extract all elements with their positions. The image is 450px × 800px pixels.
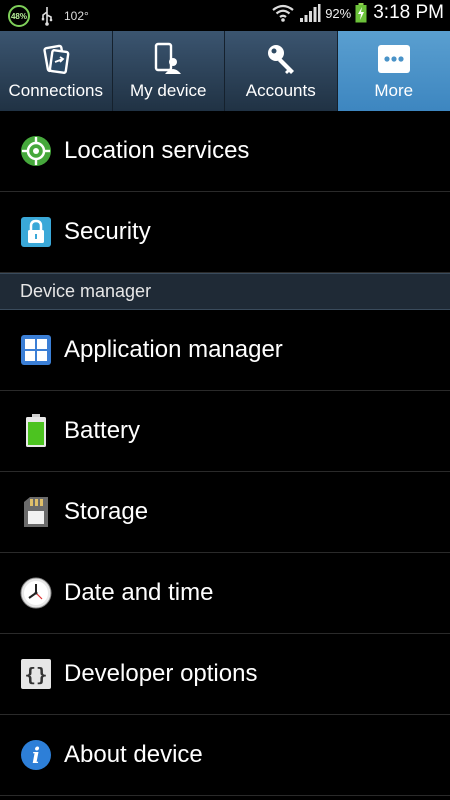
tab-my-device[interactable]: My device	[112, 31, 225, 111]
status-right: 92% 3:18 PM	[271, 2, 444, 24]
braces-icon: {}	[19, 657, 53, 691]
tab-more[interactable]: More	[337, 31, 450, 111]
battery-charging-icon	[355, 3, 367, 23]
list-item-label: Developer options	[64, 660, 258, 687]
list-item-date-and-time[interactable]: Date and time	[0, 553, 450, 634]
list-item-storage[interactable]: Storage	[0, 472, 450, 553]
sd-card-icon	[19, 495, 53, 529]
section-header-device-manager: Device manager	[0, 273, 450, 310]
status-left: 48% 102°	[8, 5, 89, 27]
tab-accounts[interactable]: Accounts	[225, 31, 338, 111]
usb-icon	[41, 7, 53, 26]
location-icon	[19, 134, 53, 168]
tab-connections-label: Connections	[8, 81, 103, 100]
lock-icon	[19, 215, 53, 249]
list-item-label: About device	[64, 741, 203, 768]
tab-connections[interactable]: Connections	[0, 31, 113, 111]
list-item-label: Battery	[64, 417, 141, 444]
battery-percent-text: 92%	[325, 5, 352, 21]
settings-list: Location services Security Device manage…	[0, 111, 450, 796]
svg-text:{}: {}	[25, 664, 48, 686]
key-icon	[264, 41, 298, 77]
temperature-text: 102°	[64, 9, 89, 23]
list-item-developer-options[interactable]: {} Developer options	[0, 634, 450, 715]
list-item-location-services[interactable]: Location services	[0, 111, 450, 192]
grid-icon	[19, 333, 53, 367]
battery-badge-text: 48%	[10, 11, 27, 21]
list-item-application-manager[interactable]: Application manager	[0, 310, 450, 391]
tab-more-label: More	[374, 81, 414, 100]
signal-icon	[300, 4, 321, 22]
my-device-icon	[151, 41, 185, 77]
connections-icon	[39, 41, 73, 77]
list-item-about-device[interactable]: i About device	[0, 715, 450, 796]
list-item-label: Date and time	[64, 579, 214, 606]
settings-tab-bar: Connections My device Accounts More	[0, 31, 450, 111]
wifi-icon	[272, 4, 294, 22]
list-item-label: Security	[64, 218, 151, 245]
list-item-battery[interactable]: Battery	[0, 391, 450, 472]
clock-text: 3:18 PM	[373, 2, 444, 23]
status-bar: 48% 102° 92% 3:18 PM	[0, 0, 450, 31]
svg-text:i: i	[32, 743, 40, 768]
clock-icon	[19, 576, 53, 610]
battery-badge-icon: 48%	[8, 5, 30, 27]
tab-my-device-label: My device	[129, 81, 207, 100]
list-item-security[interactable]: Security	[0, 192, 450, 273]
list-item-label: Application manager	[64, 336, 283, 363]
more-icon	[377, 41, 411, 77]
info-icon: i	[19, 738, 53, 772]
battery-icon	[19, 414, 53, 448]
tab-accounts-label: Accounts	[245, 81, 316, 100]
list-item-label: Location services	[64, 137, 250, 164]
list-item-label: Storage	[64, 498, 149, 525]
section-header-label: Device manager	[20, 281, 152, 301]
